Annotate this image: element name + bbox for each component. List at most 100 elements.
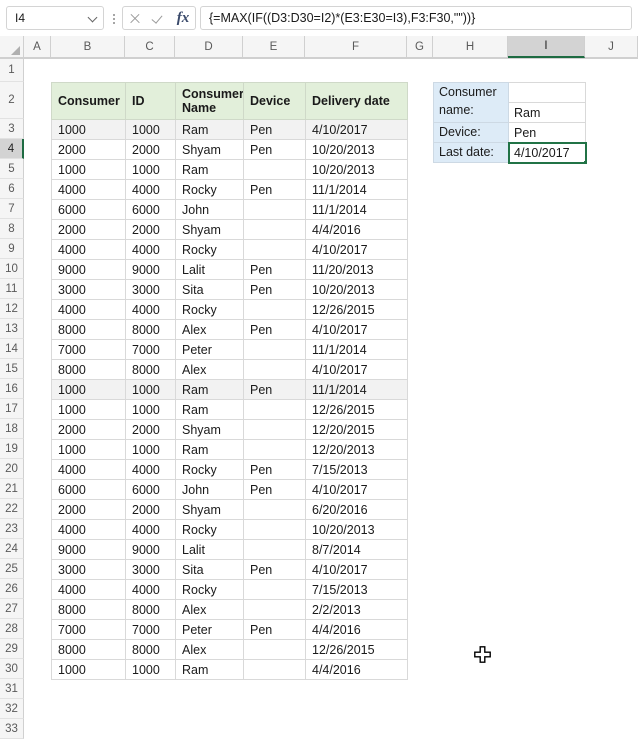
cell-name[interactable]: Rocky: [175, 299, 244, 320]
cell-date[interactable]: 10/20/2013: [305, 159, 408, 180]
row-header-25[interactable]: 25: [0, 559, 24, 579]
column-header-h[interactable]: H: [433, 36, 508, 58]
cell-id[interactable]: 4000: [125, 179, 176, 200]
cell-date[interactable]: 4/4/2016: [305, 619, 408, 640]
cell-id[interactable]: 9000: [125, 259, 176, 280]
cell-name[interactable]: Sita: [175, 559, 244, 580]
table-header-cell-2[interactable]: Consumer Name: [175, 82, 244, 120]
cell-device[interactable]: Pen: [243, 559, 306, 580]
row-header-17[interactable]: 17: [0, 399, 24, 419]
cell-date[interactable]: 2/2/2013: [305, 599, 408, 620]
device-value[interactable]: Pen: [508, 122, 586, 143]
cell-device[interactable]: Pen: [243, 379, 306, 400]
row-header-31[interactable]: 31: [0, 679, 24, 699]
row-header-7[interactable]: 7: [0, 199, 24, 219]
cell-id[interactable]: 4000: [125, 579, 176, 600]
cell-consumer[interactable]: 8000: [51, 319, 126, 340]
cell-date[interactable]: 12/26/2015: [305, 639, 408, 660]
cell-id[interactable]: 7000: [125, 619, 176, 640]
cell-name[interactable]: Alex: [175, 639, 244, 660]
table-row[interactable]: 8000 8000 Alex 2/2/2013: [51, 599, 408, 620]
cell-device[interactable]: Pen: [243, 459, 306, 480]
cell-consumer[interactable]: 4000: [51, 459, 126, 480]
cell-id[interactable]: 8000: [125, 359, 176, 380]
cell-device[interactable]: [243, 599, 306, 620]
select-all-corner[interactable]: [0, 36, 24, 58]
cell-consumer[interactable]: 4000: [51, 579, 126, 600]
cell-name[interactable]: Ram: [175, 159, 244, 180]
cell-date[interactable]: 7/15/2013: [305, 459, 408, 480]
table-row[interactable]: 7000 7000 Peter Pen 4/4/2016: [51, 619, 408, 640]
cell-consumer[interactable]: 4000: [51, 239, 126, 260]
row-header-2[interactable]: 2: [0, 82, 24, 119]
column-header-c[interactable]: C: [125, 36, 175, 58]
cell-device[interactable]: [243, 299, 306, 320]
table-row[interactable]: 2000 2000 Shyam 4/4/2016: [51, 219, 408, 240]
table-row[interactable]: 7000 7000 Peter 11/1/2014: [51, 339, 408, 360]
cell-date[interactable]: 11/1/2014: [305, 179, 408, 200]
table-row[interactable]: 4000 4000 Rocky 10/20/2013: [51, 519, 408, 540]
cell-id[interactable]: 3000: [125, 279, 176, 300]
cell-name[interactable]: John: [175, 199, 244, 220]
cell-device[interactable]: [243, 359, 306, 380]
row-header-13[interactable]: 13: [0, 319, 24, 339]
row-header-10[interactable]: 10: [0, 259, 24, 279]
table-row[interactable]: 3000 3000 Sita Pen 10/20/2013: [51, 279, 408, 300]
cell-date[interactable]: 11/1/2014: [305, 339, 408, 360]
cell-device[interactable]: [243, 659, 306, 680]
cell-consumer[interactable]: 7000: [51, 339, 126, 360]
table-row[interactable]: 2000 2000 Shyam 6/20/2016: [51, 499, 408, 520]
table-row[interactable]: 4000 4000 Rocky 4/10/2017: [51, 239, 408, 260]
cell-consumer[interactable]: 2000: [51, 419, 126, 440]
cell-date[interactable]: 10/20/2013: [305, 519, 408, 540]
cell-name[interactable]: Shyam: [175, 219, 244, 240]
cell-date[interactable]: 8/7/2014: [305, 539, 408, 560]
table-row[interactable]: 1000 1000 Ram Pen 4/10/2017: [51, 119, 408, 140]
cell-consumer[interactable]: 1000: [51, 119, 126, 140]
cell-device[interactable]: Pen: [243, 479, 306, 500]
row-header-33[interactable]: 33: [0, 719, 24, 739]
cell-device[interactable]: [243, 539, 306, 560]
table-row[interactable]: 3000 3000 Sita Pen 4/10/2017: [51, 559, 408, 580]
row-header-23[interactable]: 23: [0, 519, 24, 539]
table-row[interactable]: 6000 6000 John Pen 4/10/2017: [51, 479, 408, 500]
cell-name[interactable]: Rocky: [175, 179, 244, 200]
table-header-cell-1[interactable]: ID: [125, 82, 176, 120]
last-date-value-selected-cell[interactable]: 4/10/2017: [507, 141, 587, 164]
row-header-15[interactable]: 15: [0, 359, 24, 379]
cell-name[interactable]: Shyam: [175, 499, 244, 520]
cell-consumer[interactable]: 4000: [51, 519, 126, 540]
cell-consumer[interactable]: 8000: [51, 599, 126, 620]
cell-name[interactable]: Shyam: [175, 139, 244, 160]
cell-date[interactable]: 4/10/2017: [305, 319, 408, 340]
cell-device[interactable]: Pen: [243, 179, 306, 200]
cell-id[interactable]: 1000: [125, 119, 176, 140]
cell-consumer[interactable]: 4000: [51, 179, 126, 200]
row-header-32[interactable]: 32: [0, 699, 24, 719]
cell-consumer[interactable]: 2000: [51, 139, 126, 160]
cell-device[interactable]: Pen: [243, 319, 306, 340]
row-header-18[interactable]: 18: [0, 419, 24, 439]
row-header-9[interactable]: 9: [0, 239, 24, 259]
table-row[interactable]: 9000 9000 Lalit Pen 11/20/2013: [51, 259, 408, 280]
cell-device[interactable]: Pen: [243, 259, 306, 280]
table-row[interactable]: 1000 1000 Ram 10/20/2013: [51, 159, 408, 180]
cell-name[interactable]: Lalit: [175, 259, 244, 280]
consumer-data-table[interactable]: Consumer ID Consumer Name Device Delivery da…: [51, 82, 408, 680]
cell-name[interactable]: Peter: [175, 619, 244, 640]
cell-name[interactable]: Ram: [175, 439, 244, 460]
column-header-i[interactable]: I: [508, 36, 585, 58]
cell-consumer[interactable]: 1000: [51, 659, 126, 680]
column-header-d[interactable]: D: [175, 36, 243, 58]
table-row[interactable]: 2000 2000 Shyam 12/20/2015: [51, 419, 408, 440]
table-row[interactable]: 1000 1000 Ram Pen 11/1/2014: [51, 379, 408, 400]
cell-consumer[interactable]: 7000: [51, 619, 126, 640]
cell-consumer[interactable]: 4000: [51, 299, 126, 320]
cell-device[interactable]: [243, 159, 306, 180]
cell-id[interactable]: 8000: [125, 599, 176, 620]
cell-date[interactable]: 11/20/2013: [305, 259, 408, 280]
fill-handle[interactable]: [582, 159, 585, 162]
cell-device[interactable]: [243, 579, 306, 600]
cell-date[interactable]: 4/4/2016: [305, 659, 408, 680]
cell-device[interactable]: Pen: [243, 619, 306, 640]
